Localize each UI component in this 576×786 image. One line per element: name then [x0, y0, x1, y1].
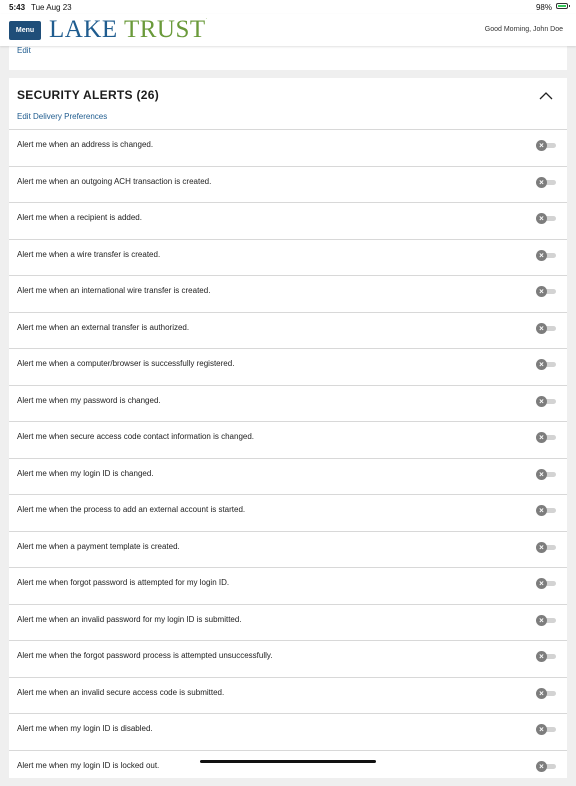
x-icon: × [536, 432, 547, 443]
alert-label: Alert me when my password is changed. [17, 396, 161, 405]
alert-toggle[interactable]: × [536, 542, 557, 552]
x-icon: × [536, 651, 547, 662]
alert-toggle[interactable]: × [536, 213, 557, 223]
alert-label: Alert me when an international wire tran… [17, 286, 210, 295]
alert-label: Alert me when an invalid password for my… [17, 615, 242, 624]
alert-list: Alert me when an address is changed.×Ale… [9, 129, 567, 786]
status-date: Tue Aug 23 [31, 3, 72, 12]
app-header: Menu LAKE TRUST. Good Morning, John Doe [0, 14, 576, 46]
alert-toggle[interactable]: × [536, 286, 557, 296]
alert-label: Alert me when an invalid secure access c… [17, 688, 224, 697]
home-indicator [200, 760, 376, 763]
alert-row: Alert me when my login ID is changed. × [9, 458, 567, 495]
x-icon: × [536, 286, 547, 297]
alert-label: Alert me when an address is changed. [17, 140, 153, 149]
edit-delivery-preferences-link[interactable]: Edit Delivery Preferences [17, 112, 107, 121]
alert-toggle[interactable]: × [536, 505, 557, 515]
lake-trust-logo[interactable]: LAKE TRUST. [49, 16, 207, 44]
x-icon: × [536, 140, 547, 151]
logo-mark: . [206, 16, 208, 21]
x-icon: × [536, 250, 547, 261]
alert-label: Alert me when a recipient is added. [17, 213, 142, 222]
battery-percent: 98% [536, 3, 552, 12]
alert-label: Alert me when my login ID is locked out. [17, 761, 159, 770]
x-icon: × [536, 323, 547, 334]
alert-label: Alert me when a payment template is crea… [17, 542, 180, 551]
alert-label: Alert me when an external transfer is au… [17, 323, 189, 332]
alert-toggle[interactable]: × [536, 578, 557, 588]
alert-row: Alert me when the process to add an exte… [9, 494, 567, 531]
alert-row: Alert me when an invalid secure access c… [9, 677, 567, 714]
alert-row: Alert me when a wire transfer is created… [9, 239, 567, 276]
alert-toggle[interactable]: × [536, 323, 557, 333]
alert-row: Alert me when a computer/browser is succ… [9, 348, 567, 385]
status-bar: 5:43 Tue Aug 23 98% [0, 0, 576, 14]
x-icon: × [536, 542, 547, 553]
alert-toggle[interactable]: × [536, 396, 557, 406]
alert-row: Alert me when a recipient is added. × [9, 202, 567, 239]
alert-toggle[interactable]: × [536, 688, 557, 698]
alert-label: Alert me when secure access code contact… [17, 432, 254, 441]
alert-label: Alert me when a computer/browser is succ… [17, 359, 234, 368]
x-icon: × [536, 177, 547, 188]
alert-label: Alert me when the forgot password proces… [17, 651, 273, 660]
section-title: SECURITY ALERTS (26) [17, 88, 159, 102]
x-icon: × [536, 505, 547, 516]
x-icon: × [536, 469, 547, 480]
alert-toggle[interactable]: × [536, 469, 557, 479]
alert-toggle[interactable]: × [536, 140, 557, 150]
alert-row: Alert me when an external transfer is au… [9, 312, 567, 349]
alert-label: Alert me when my login ID is changed. [17, 469, 154, 478]
x-icon: × [536, 578, 547, 589]
status-time: 5:43 [9, 3, 25, 12]
x-icon: × [536, 688, 547, 699]
alert-row: Alert me when an address is changed. × [9, 129, 567, 166]
x-icon: × [536, 724, 547, 735]
alert-row: Alert me when a payment template is crea… [9, 531, 567, 568]
alert-label: Alert me when a wire transfer is created… [17, 250, 160, 259]
x-icon: × [536, 396, 547, 407]
edit-link[interactable]: Edit [17, 46, 31, 55]
alert-row: Alert me when forgot password is attempt… [9, 567, 567, 604]
security-alerts-card: SECURITY ALERTS (26) Edit Delivery Prefe… [9, 78, 567, 778]
x-icon: × [536, 359, 547, 370]
x-icon: × [536, 213, 547, 224]
x-icon: × [536, 761, 547, 772]
alert-toggle[interactable]: × [536, 432, 557, 442]
alert-row: Alert me when an invalid password for my… [9, 604, 567, 641]
alert-toggle[interactable]: × [536, 359, 557, 369]
logo-word-lake: LAKE [49, 16, 118, 43]
alert-row: Alert me when an international wire tran… [9, 275, 567, 312]
logo-word-trust: TRUST [124, 16, 206, 43]
alert-row: Alert me when my login ID is disabled. × [9, 713, 567, 750]
battery-icon [556, 3, 568, 9]
greeting-text: Good Morning, John Doe [485, 26, 563, 33]
alert-label: Alert me when forgot password is attempt… [17, 578, 229, 587]
alert-toggle[interactable]: × [536, 615, 557, 625]
alert-row: Alert me when an outgoing ACH transactio… [9, 166, 567, 203]
alert-label: Alert me when the process to add an exte… [17, 505, 245, 514]
alert-label: Alert me when an outgoing ACH transactio… [17, 177, 211, 186]
alert-label: Alert me when my login ID is disabled. [17, 724, 153, 733]
alert-toggle[interactable]: × [536, 724, 557, 734]
chevron-up-icon[interactable] [539, 92, 553, 100]
previous-section-card: Edit [9, 46, 567, 70]
alert-toggle[interactable]: × [536, 250, 557, 260]
alert-row: Alert me when the forgot password proces… [9, 640, 567, 677]
menu-button[interactable]: Menu [9, 21, 41, 40]
alert-toggle[interactable]: × [536, 651, 557, 661]
alert-row: Alert me when secure access code contact… [9, 421, 567, 458]
alert-row: Alert me when my password is changed. × [9, 385, 567, 422]
alert-toggle[interactable]: × [536, 761, 557, 771]
alert-toggle[interactable]: × [536, 177, 557, 187]
x-icon: × [536, 615, 547, 626]
